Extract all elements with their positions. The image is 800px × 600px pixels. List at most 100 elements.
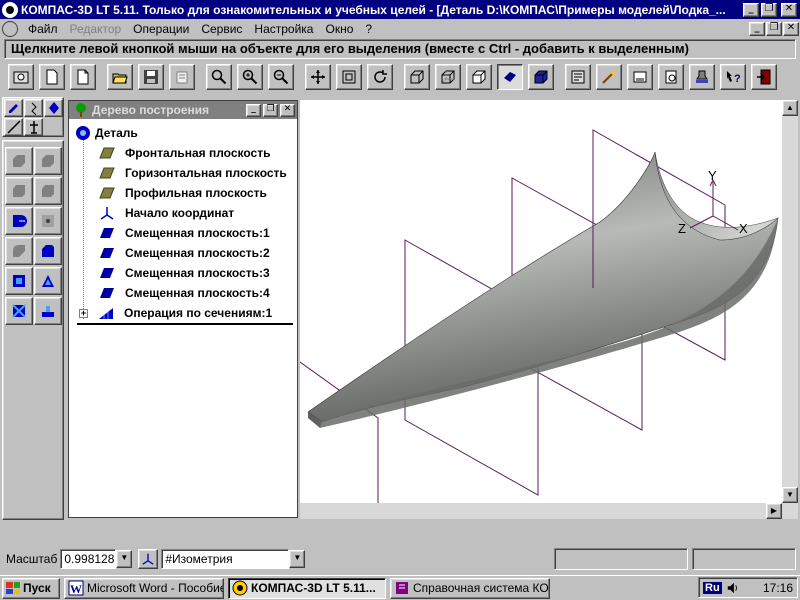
- horizontal-scrollbar[interactable]: ▶: [300, 503, 782, 519]
- start-button[interactable]: Пуск: [2, 577, 60, 599]
- orientation-button[interactable]: [138, 549, 159, 569]
- model-viewport[interactable]: Y X Z: [299, 100, 782, 503]
- tree-item[interactable]: Начало координат: [99, 206, 234, 220]
- new-sheet-button[interactable]: [39, 64, 65, 90]
- view-orientation-select[interactable]: #Изометрия: [161, 549, 290, 569]
- menu-settings[interactable]: Настройка: [248, 22, 319, 36]
- tree-item[interactable]: Смещенная плоскость:2: [99, 246, 270, 260]
- tree-item[interactable]: Горизонтальная плоскость: [99, 166, 287, 180]
- new-part-button[interactable]: [70, 64, 96, 90]
- shell-button[interactable]: [5, 267, 33, 295]
- stamp-button[interactable]: [689, 64, 715, 90]
- speaker-icon[interactable]: [726, 581, 740, 595]
- pattern-button[interactable]: [5, 297, 33, 325]
- kompas-app-icon[interactable]: [2, 1, 18, 18]
- expand-icon[interactable]: +: [79, 308, 88, 318]
- mass-props-button[interactable]: [565, 64, 591, 90]
- doc-close-button[interactable]: ✕: [783, 22, 799, 36]
- view-dropdown-button[interactable]: ▼: [289, 550, 306, 568]
- menu-window[interactable]: Окно: [319, 22, 359, 36]
- menu-editor[interactable]: Редактор: [64, 22, 128, 36]
- task-kompas[interactable]: КОМПАС-3D LT 5.11...: [228, 577, 386, 599]
- tree-restore-button[interactable]: ❐: [263, 103, 278, 117]
- hidden-lines-button[interactable]: [435, 64, 461, 90]
- tree-caption-bar[interactable]: Дерево построения _ ❐ ✕: [69, 101, 297, 119]
- tree-item-label: Смещенная плоскость:3: [125, 266, 270, 280]
- exit-button[interactable]: [751, 64, 777, 90]
- task-help-system[interactable]: Справочная система КО...: [390, 577, 550, 599]
- menu-operations[interactable]: Операции: [127, 22, 195, 36]
- palette-tab-features[interactable]: [44, 99, 63, 117]
- tree-minimize-button[interactable]: _: [246, 103, 261, 117]
- boat-hull[interactable]: [307, 151, 779, 428]
- save-button[interactable]: [138, 64, 164, 90]
- fit-button[interactable]: [336, 64, 362, 90]
- scroll-right-button[interactable]: ▶: [766, 503, 782, 519]
- loft-button[interactable]: [5, 177, 33, 205]
- task-label: Microsoft Word - Пособие...: [87, 581, 224, 595]
- tree-root-item[interactable]: Деталь: [75, 125, 138, 141]
- save-disk-icon: [144, 70, 158, 84]
- vertical-scrollbar[interactable]: ▲ ▼: [782, 100, 798, 519]
- no-hidden-button[interactable]: [466, 64, 492, 90]
- zoom-out-button[interactable]: [268, 64, 294, 90]
- palette-tab-edit[interactable]: [4, 99, 23, 117]
- rotate-feature-button[interactable]: [34, 147, 62, 175]
- scale-input[interactable]: 0.998128: [60, 549, 117, 569]
- shaded-button[interactable]: [497, 64, 523, 90]
- menu-service[interactable]: Сервис: [195, 22, 248, 36]
- zoom-window-icon: [211, 69, 227, 85]
- close-button[interactable]: ✕: [781, 2, 797, 17]
- scroll-down-button[interactable]: ▼: [782, 487, 798, 503]
- clock[interactable]: 17:16: [763, 581, 793, 595]
- tree-item-loft[interactable]: + Операция по сечениям:1: [79, 306, 272, 320]
- open-folder-icon: [112, 73, 128, 84]
- rotate-button[interactable]: [367, 64, 393, 90]
- sweep-button[interactable]: [34, 177, 62, 205]
- shaded-edges-button[interactable]: [528, 64, 554, 90]
- extrude-icon: [13, 155, 25, 167]
- tree-item[interactable]: Профильная плоскость: [99, 186, 267, 200]
- doc-restore-button[interactable]: ❐: [766, 22, 782, 36]
- menu-help[interactable]: ?: [359, 22, 378, 36]
- draft-icon: [42, 275, 54, 287]
- pan-button[interactable]: [305, 64, 331, 90]
- tree-item[interactable]: Смещенная плоскость:3: [99, 266, 270, 280]
- part-icon: [76, 126, 90, 140]
- tree-close-button[interactable]: ✕: [280, 103, 295, 117]
- preview-button[interactable]: [658, 64, 684, 90]
- wireframe-button[interactable]: [404, 64, 430, 90]
- doc-minimize-button[interactable]: _: [749, 22, 765, 36]
- tree-item[interactable]: Фронтальная плоскость: [99, 146, 270, 160]
- document-control-icon[interactable]: [2, 21, 18, 37]
- extrude-button[interactable]: [5, 147, 33, 175]
- chamfer-button[interactable]: [34, 237, 62, 265]
- fillet-button[interactable]: [5, 237, 33, 265]
- measure-tab-icon: [6, 120, 21, 134]
- scroll-up-button[interactable]: ▲: [782, 100, 798, 116]
- rib-button[interactable]: [34, 297, 62, 325]
- minimize-button[interactable]: _: [743, 2, 759, 17]
- scale-dropdown-button[interactable]: ▼: [116, 550, 133, 568]
- revolve-cut-button[interactable]: [5, 207, 33, 235]
- sheet-button[interactable]: [627, 64, 653, 90]
- wizard-button[interactable]: [596, 64, 622, 90]
- help-button[interactable]: ?: [720, 64, 746, 90]
- title-bar[interactable]: КОМПАС-3D LT 5.11. Только для ознакомите…: [0, 0, 800, 19]
- open-button[interactable]: [107, 64, 133, 90]
- palette-tab-select[interactable]: [24, 118, 43, 136]
- task-word[interactable]: W Microsoft Word - Пособие...: [64, 577, 224, 599]
- restore-button[interactable]: ❐: [761, 2, 777, 17]
- zoom-window-button[interactable]: [206, 64, 232, 90]
- menu-file[interactable]: Файл: [22, 22, 64, 36]
- print-preview-button[interactable]: [169, 64, 195, 90]
- language-indicator[interactable]: Ru: [703, 581, 722, 594]
- hole-button[interactable]: [34, 207, 62, 235]
- zoom-in-button[interactable]: [237, 64, 263, 90]
- camera-button[interactable]: [8, 64, 34, 90]
- tree-item[interactable]: Смещенная плоскость:1: [99, 226, 270, 240]
- palette-tab-sketch[interactable]: [24, 99, 43, 117]
- tree-item[interactable]: Смещенная плоскость:4: [99, 286, 270, 300]
- draft-button[interactable]: [34, 267, 62, 295]
- palette-tab-measure[interactable]: [4, 118, 23, 136]
